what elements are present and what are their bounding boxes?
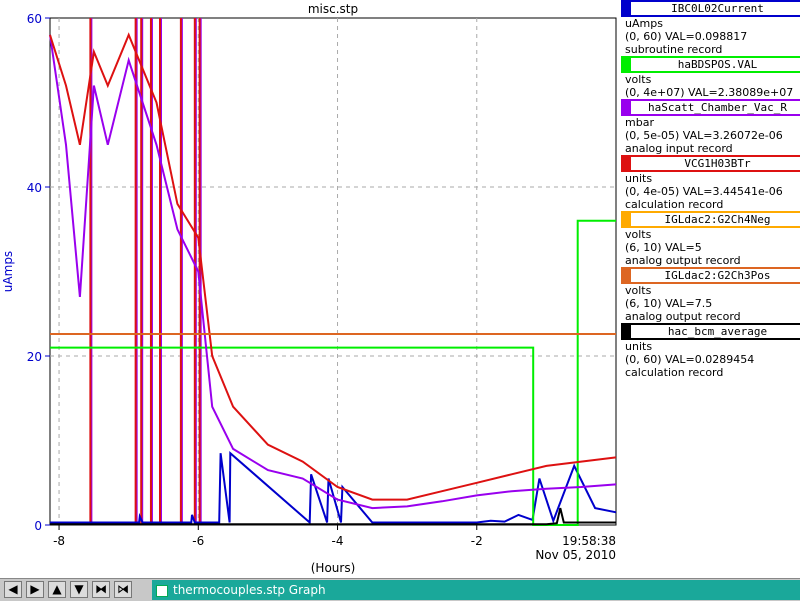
- legend-range-value: (0, 4e+07) VAL=2.38089e+07: [625, 86, 794, 99]
- x-tick-label: -4: [332, 534, 344, 548]
- legend-units: volts: [625, 73, 652, 86]
- y-tick-label: 20: [27, 350, 42, 364]
- legend-range-value: (0, 5e-05) VAL=3.26072e-06: [625, 129, 783, 142]
- chart-title: misc.stp: [308, 2, 358, 16]
- legend-units: mbar: [625, 116, 654, 129]
- legend: IBC0L02Current uAmps (0, 60) VAL=0.098817 s…: [621, 0, 800, 379]
- arrow-left-icon[interactable]: ◀: [4, 581, 22, 598]
- legend-entry[interactable]: VCG1H03BTr units (0, 4e-05) VAL=3.44541e-0…: [621, 155, 800, 211]
- legend-range-value: (0, 60) VAL=0.0289454: [625, 353, 755, 366]
- legend-record-type: analog output record: [625, 310, 741, 323]
- y-axis-label: uAmps: [1, 251, 15, 292]
- taskbar-item-graph[interactable]: thermocouples.stp Graph: [152, 580, 800, 600]
- arrow-down-icon[interactable]: ▼: [70, 581, 88, 598]
- legend-entry[interactable]: hac_bcm_average units (0, 60) VAL=0.028945…: [621, 323, 800, 379]
- legend-record-type: analog output record: [625, 254, 741, 267]
- x-axis-label: (Hours): [311, 561, 356, 575]
- legend-range-value: (6, 10) VAL=7.5: [625, 297, 713, 310]
- x-tick-label: -2: [471, 534, 483, 548]
- legend-series-name[interactable]: haScatt_Chamber_Vac_R: [621, 99, 800, 116]
- y-tick-label: 40: [27, 181, 42, 195]
- taskbar-item-label: thermocouples.stp Graph: [173, 583, 326, 597]
- legend-series-name[interactable]: haBDSPOS.VAL: [621, 56, 800, 73]
- y-tick-label: 60: [27, 12, 42, 26]
- window-icon: [156, 584, 168, 597]
- legend-entry[interactable]: haScatt_Chamber_Vac_R mbar (0, 5e-05) VAL=…: [621, 99, 800, 155]
- arrow-up-icon[interactable]: ▲: [48, 581, 66, 598]
- legend-record-type: calculation record: [625, 366, 724, 379]
- legend-series-name[interactable]: IGLdac2:G2Ch4Neg: [621, 211, 800, 228]
- legend-series-name[interactable]: VCG1H03BTr: [621, 155, 800, 172]
- legend-record-type: analog input record: [625, 142, 733, 155]
- legend-units: units: [625, 172, 653, 185]
- legend-record-type: subroutine record: [625, 43, 723, 56]
- expand-icon[interactable]: ⧒: [114, 581, 132, 598]
- x-tick-label: -8: [53, 534, 65, 548]
- legend-series-name[interactable]: IGLdac2:G2Ch3Pos: [621, 267, 800, 284]
- collapse-icon[interactable]: ⧓: [92, 581, 110, 598]
- legend-entry[interactable]: IGLdac2:G2Ch4Neg volts (6, 10) VAL=5 analog…: [621, 211, 800, 267]
- legend-entry[interactable]: IGLdac2:G2Ch3Pos volts (6, 10) VAL=7.5 anal…: [621, 267, 800, 323]
- legend-series-name[interactable]: hac_bcm_average: [621, 323, 800, 340]
- legend-entry[interactable]: IBC0L02Current uAmps (0, 60) VAL=0.098817 s…: [621, 0, 800, 56]
- chart: -8 -6 -4 -2 0 20 40 60 misc.stp (Hours) uAmps 19:58…: [1, 2, 617, 575]
- taskbar: ◀ ▶ ▲ ▼ ⧓ ⧒ thermocouples.stp Graph: [0, 578, 800, 601]
- legend-record-type: calculation record: [625, 198, 724, 211]
- legend-units: volts: [625, 284, 652, 297]
- legend-range-value: (6, 10) VAL=5: [625, 241, 702, 254]
- arrow-right-icon[interactable]: ▶: [26, 581, 44, 598]
- y-tick-label: 0: [34, 519, 42, 533]
- legend-units: volts: [625, 228, 652, 241]
- legend-entry[interactable]: haBDSPOS.VAL volts (0, 4e+07) VAL=2.38089e…: [621, 56, 800, 99]
- legend-range-value: (0, 4e-05) VAL=3.44541e-06: [625, 185, 783, 198]
- timestamp-label: 19:58:38: [562, 534, 616, 548]
- legend-series-name[interactable]: IBC0L02Current: [621, 0, 800, 17]
- legend-range-value: (0, 60) VAL=0.098817: [625, 30, 748, 43]
- legend-units: units: [625, 340, 653, 353]
- date-label: Nov 05, 2010: [535, 548, 616, 562]
- x-tick-label: -6: [192, 534, 204, 548]
- legend-units: uAmps: [625, 17, 663, 30]
